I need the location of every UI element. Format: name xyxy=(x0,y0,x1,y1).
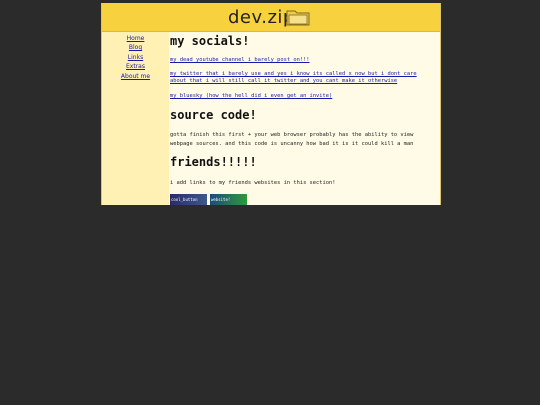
bluesky-link[interactable]: my bluesky (how the hell did i even get … xyxy=(170,93,430,100)
sidebar-item-extras[interactable]: Extras xyxy=(102,62,169,71)
site-header: dev.zip xyxy=(102,3,440,32)
site-page: dev.zip Home Blog Links Extras About me … xyxy=(101,3,441,205)
source-heading: source code! xyxy=(170,108,257,122)
friend-badge[interactable]: cool_button xyxy=(170,194,207,205)
sidebar-item-links[interactable]: Links xyxy=(102,53,169,62)
twitter-link[interactable]: my twitter that i barely use and yes i k… xyxy=(170,71,430,85)
youtube-link[interactable]: my dead youtube channel i barely post on… xyxy=(170,57,430,64)
main-content: my socials! my dead youtube channel i ba… xyxy=(169,32,434,205)
friend-badge-label: website! xyxy=(211,197,231,202)
sidebar-item-home[interactable]: Home xyxy=(102,34,169,43)
sidebar-nav: Home Blog Links Extras About me xyxy=(102,32,169,205)
friend-badge-label: cool_button xyxy=(171,197,198,202)
source-text: gotta finish this first + your web brows… xyxy=(170,132,414,147)
socials-heading: my socials! xyxy=(170,34,250,48)
friends-heading: friends!!!!! xyxy=(170,155,257,169)
folder-icon xyxy=(286,10,310,26)
sidebar-item-about[interactable]: About me xyxy=(102,72,169,81)
friend-badge[interactable]: website! xyxy=(210,194,247,205)
friends-text: i add links to my friends websites in th… xyxy=(170,180,336,186)
sidebar-item-blog[interactable]: Blog xyxy=(102,43,169,52)
site-logo[interactable]: dev.zip xyxy=(228,7,295,28)
